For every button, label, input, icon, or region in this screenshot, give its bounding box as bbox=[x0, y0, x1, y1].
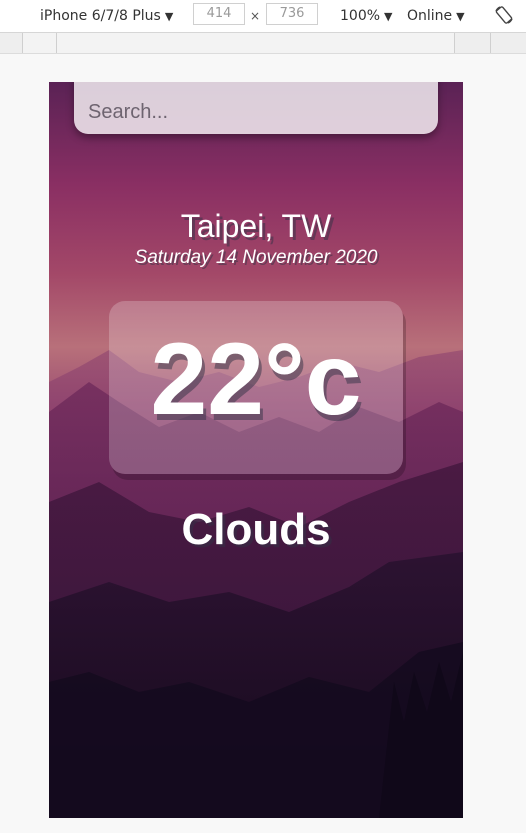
ruler-divider bbox=[454, 33, 455, 53]
weather-condition: Clouds bbox=[181, 505, 331, 554]
device-select[interactable]: iPhone 6/7/8 Plus ▼ bbox=[40, 7, 173, 26]
zoom-select[interactable]: 100% ▼ bbox=[340, 7, 393, 26]
device-select-label: iPhone 6/7/8 Plus bbox=[40, 8, 161, 24]
height-input[interactable]: 736 bbox=[266, 3, 318, 25]
zoom-select-label: 100% bbox=[340, 8, 381, 24]
rotate-icon[interactable] bbox=[494, 5, 514, 25]
times-separator: × bbox=[250, 9, 261, 23]
temperature-value: 22°c bbox=[150, 322, 362, 436]
date-label: Saturday 14 November 2020 bbox=[134, 247, 378, 268]
temperature-card: 22°c bbox=[109, 301, 403, 474]
chevron-down-icon: ▼ bbox=[384, 10, 393, 23]
location-title: Taipei, TW bbox=[180, 208, 332, 244]
search-input[interactable] bbox=[74, 82, 438, 134]
chevron-down-icon: ▼ bbox=[164, 10, 174, 23]
media-query-range[interactable] bbox=[22, 33, 454, 53]
media-query-bar[interactable] bbox=[0, 33, 526, 54]
network-select-label: Online bbox=[407, 8, 453, 24]
ruler-divider bbox=[490, 33, 491, 53]
chevron-down-icon: ▼ bbox=[456, 10, 465, 23]
devtools-toolbar: iPhone 6/7/8 Plus ▼ 414 × 736 100% ▼ Onlin… bbox=[0, 0, 526, 33]
device-viewport: Taipei, TW Saturday 14 November 2020 22°… bbox=[49, 82, 463, 818]
network-select[interactable]: Online ▼ bbox=[407, 7, 465, 26]
width-input[interactable]: 414 bbox=[193, 3, 245, 25]
ruler-divider bbox=[22, 33, 23, 53]
ruler-divider bbox=[56, 33, 57, 53]
